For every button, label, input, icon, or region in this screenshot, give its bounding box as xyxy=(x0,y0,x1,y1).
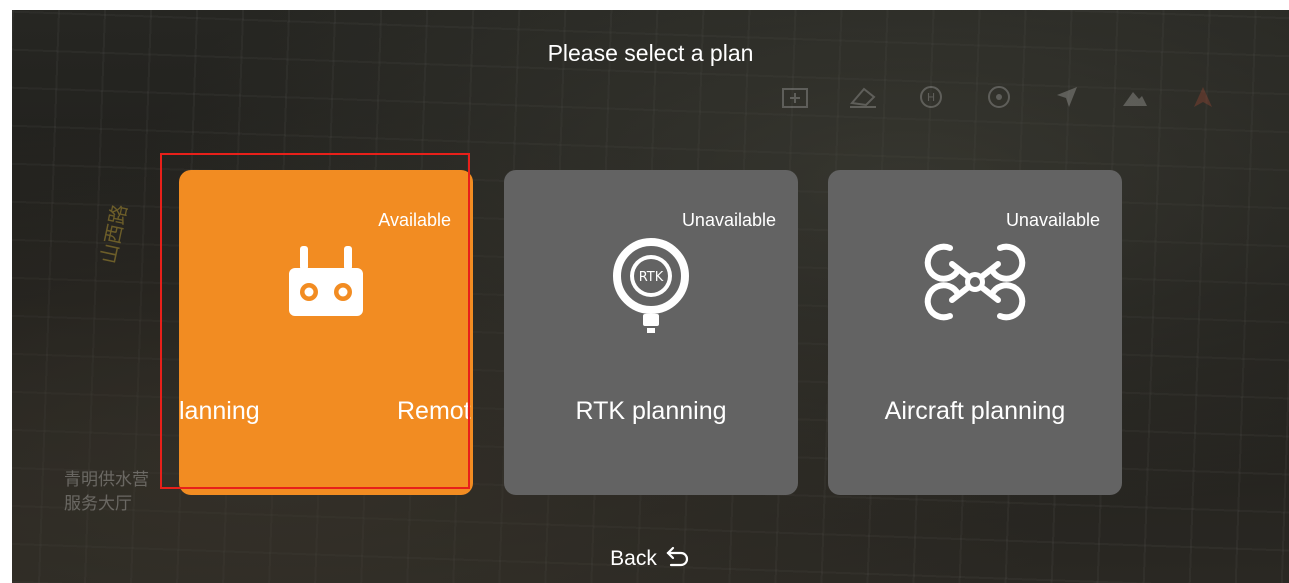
north-arrow-icon xyxy=(1182,82,1224,112)
map-toolbar: H xyxy=(774,82,1224,112)
remote-planning-card[interactable]: Available lanning Remot xyxy=(179,170,473,495)
remote-planning-label-right: Remot xyxy=(397,397,471,425)
status-badge: Available xyxy=(378,210,451,230)
target-icon xyxy=(978,82,1020,112)
aircraft-planning-card[interactable]: Unavailable Aircraft planning xyxy=(828,170,1122,495)
home-point-icon: H xyxy=(910,82,952,112)
status-badge: Unavailable xyxy=(681,210,776,230)
layers-icon xyxy=(774,82,816,112)
return-arrow-icon xyxy=(665,545,691,573)
rtk-planning-label: RTK planning xyxy=(575,397,727,425)
map-road-label: 山西路 xyxy=(95,202,132,266)
remote-planning-label-left: lanning xyxy=(179,397,260,425)
rtk-module-icon: RTK xyxy=(604,232,698,341)
map-place-label: 青明供水营 服务大厅 xyxy=(64,468,149,516)
svg-text:H: H xyxy=(927,91,935,104)
remote-controller-icon xyxy=(287,242,365,325)
locate-arrow-icon xyxy=(1046,82,1088,112)
aircraft-planning-label: Aircraft planning xyxy=(884,397,1066,425)
back-label: Back xyxy=(610,547,657,570)
back-button[interactable]: Back xyxy=(12,545,1289,573)
eraser-icon xyxy=(842,82,884,112)
page-title: Please select a plan xyxy=(547,40,754,66)
map-label-line-2: 服务大厅 xyxy=(64,494,132,514)
terrain-icon xyxy=(1114,82,1156,112)
map-label-line-1: 青明供水营 xyxy=(64,470,149,490)
drone-icon xyxy=(920,234,1030,335)
rtk-planning-card[interactable]: Unavailable RTK RTK planning xyxy=(504,170,798,495)
map-background: 山西路 青明供水营 服务大厅 H Please select a plan Av… xyxy=(12,10,1289,583)
rtk-icon-text: RTK xyxy=(639,270,664,285)
status-badge: Unavailable xyxy=(1005,210,1100,230)
